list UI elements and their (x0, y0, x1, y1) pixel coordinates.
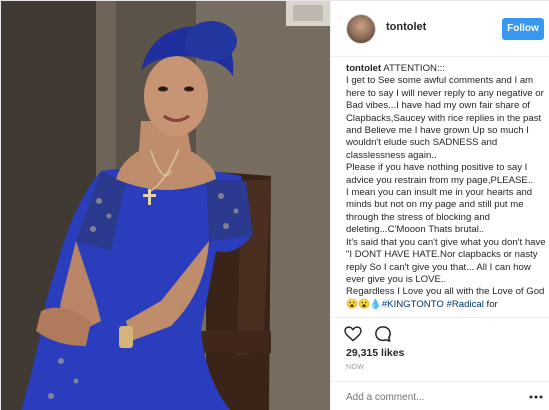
post-photo[interactable] (1, 1, 330, 410)
caption-text-paragraph-2: Please if you have nothing positive to s… (346, 162, 534, 186)
caption-text-attention: ATTENTION::: (381, 63, 445, 74)
caption-text-paragraph-1: I get to See some awful comments and I a… (346, 75, 544, 161)
instagram-post: tontolet Follow tontolet ATTENTION::: I … (0, 0, 549, 410)
follow-button[interactable]: Follow (502, 18, 544, 40)
likes-count[interactable]: 29,315 likes (346, 347, 404, 359)
photo-illustration (1, 1, 330, 410)
post-timestamp: NOW (346, 364, 365, 371)
comment-input[interactable] (346, 390, 516, 404)
post-details-panel: tontolet Follow tontolet ATTENTION::: I … (330, 1, 549, 410)
post-caption: tontolet ATTENTION::: I get to See some … (346, 63, 546, 311)
caption-text-paragraph-5: Regardless I Love you all with the Love … (346, 286, 546, 311)
more-options-icon[interactable] (528, 389, 544, 405)
hashtag-radical[interactable]: #Radical (447, 299, 484, 310)
caption-username-link[interactable]: tontolet (346, 63, 381, 74)
comment-box (331, 381, 549, 410)
caption-line-1: tontolet ATTENTION::: (346, 63, 546, 75)
hashtag-kingtonto[interactable]: #KINGTONTO (382, 299, 444, 310)
username-link[interactable]: tontolet (386, 21, 426, 33)
heart-icon[interactable] (344, 326, 362, 342)
caption-tail: for (483, 298, 498, 310)
post-header: tontolet Follow (331, 1, 549, 57)
comment-icon[interactable] (374, 325, 392, 343)
caption-text-paragraph-3: I mean you can insult me in your hearts … (346, 187, 535, 236)
caption-text-paragraph-4: It's said that you can't give what you d… (346, 236, 546, 285)
avatar[interactable] (346, 14, 376, 44)
action-bar (331, 317, 549, 347)
